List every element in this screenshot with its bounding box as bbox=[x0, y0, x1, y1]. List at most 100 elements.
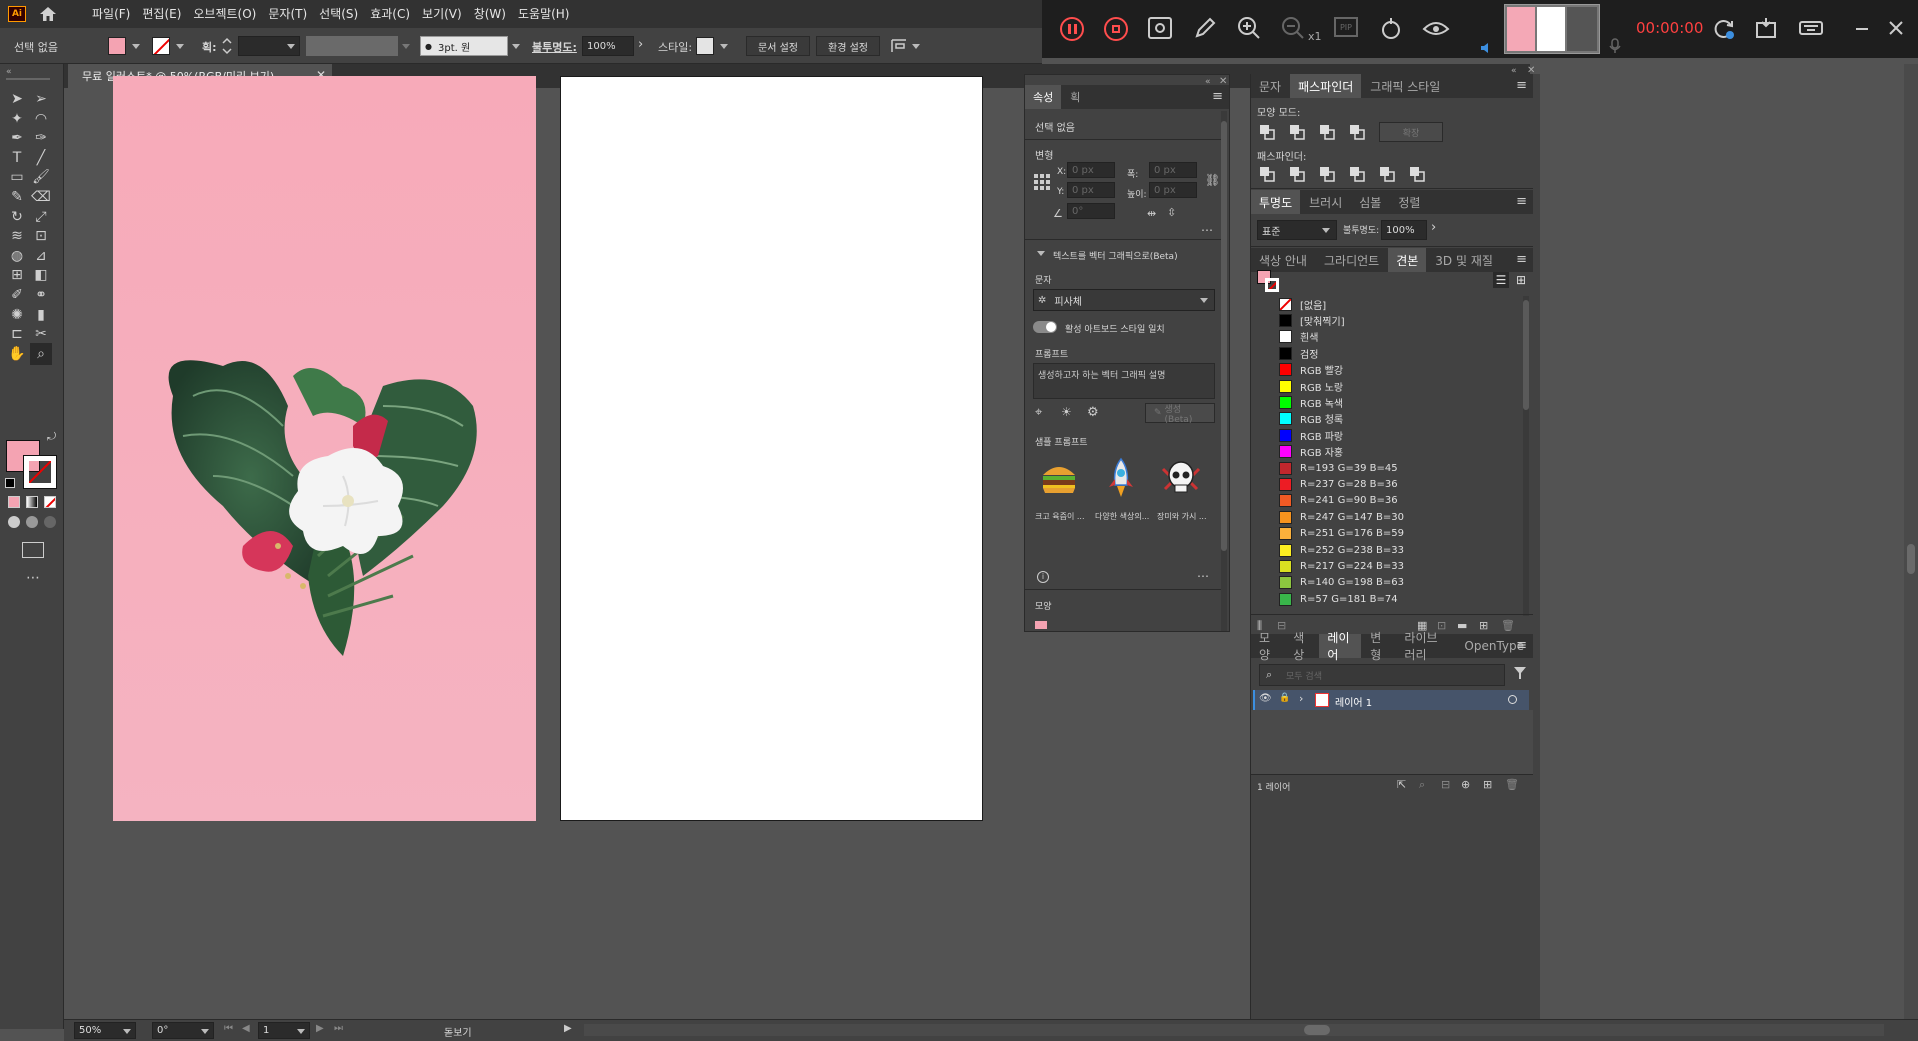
sample-skull-icon[interactable] bbox=[1159, 457, 1203, 499]
style-swatch[interactable] bbox=[696, 37, 714, 55]
swatch-row[interactable]: R=217 G=224 B=33 bbox=[1251, 558, 1523, 574]
swatch-row[interactable]: RGB 노랑 bbox=[1251, 378, 1523, 394]
sample-prompt-2[interactable]: 다양한 색상의... bbox=[1095, 511, 1149, 522]
swatches-menu-icon[interactable]: ≡ bbox=[1516, 252, 1527, 267]
crop-icon[interactable] bbox=[1349, 166, 1365, 182]
match-style-toggle[interactable] bbox=[1033, 321, 1057, 333]
canvas-vertical-scrollbar[interactable] bbox=[1904, 64, 1918, 1029]
style-dropdown-icon[interactable] bbox=[720, 44, 728, 49]
expand-button[interactable]: 확장 bbox=[1379, 122, 1443, 142]
pencil-icon[interactable] bbox=[1192, 15, 1218, 41]
minus-back-icon[interactable] bbox=[1409, 166, 1425, 182]
status-menu-arrow-icon[interactable]: ▶ bbox=[564, 1023, 572, 1034]
screen-mode-icon[interactable] bbox=[22, 542, 44, 558]
zoom-tool-icon[interactable]: ⌕ bbox=[30, 342, 52, 365]
fill-swatch[interactable] bbox=[108, 37, 126, 55]
h-field[interactable]: 0 px bbox=[1149, 182, 1197, 198]
section-collapse-icon[interactable] bbox=[1037, 251, 1045, 256]
swatch-row[interactable]: R=57 G=181 B=74 bbox=[1251, 591, 1523, 607]
swatch-kind-icon[interactable]: ⊟ bbox=[1277, 619, 1286, 632]
document-setup-button[interactable]: 문서 설정 bbox=[746, 36, 810, 56]
lightbulb-icon[interactable]: ☀ bbox=[1061, 405, 1072, 419]
swatch-row[interactable]: 검정 bbox=[1251, 345, 1523, 361]
outline-icon[interactable] bbox=[1379, 166, 1395, 182]
new-layer-icon[interactable]: ⊞ bbox=[1483, 778, 1492, 791]
intersect-icon[interactable] bbox=[1319, 124, 1335, 140]
layer-name[interactable]: 레이어 1 bbox=[1335, 694, 1372, 709]
merge-icon[interactable] bbox=[1319, 166, 1335, 182]
volume-icon[interactable] bbox=[1480, 42, 1494, 54]
transparency-opacity-field[interactable]: 100% bbox=[1381, 220, 1427, 240]
sample-rocket-icon[interactable] bbox=[1101, 457, 1141, 499]
swatch-row[interactable]: R=251 G=176 B=59 bbox=[1251, 526, 1523, 542]
swatch-scrollbar[interactable] bbox=[1523, 296, 1529, 616]
menu-item-7[interactable]: 창(W) bbox=[468, 0, 512, 28]
refresh-icon[interactable] bbox=[1712, 17, 1736, 41]
tab-libraries[interactable]: 라이브러리 bbox=[1396, 631, 1457, 662]
stroke-weight-field[interactable] bbox=[238, 36, 300, 56]
menu-item-4[interactable]: 선택(S) bbox=[313, 0, 364, 28]
unite-icon[interactable] bbox=[1259, 124, 1275, 140]
tab-color[interactable]: 색상 bbox=[1285, 631, 1320, 662]
list-view-icon[interactable]: ☰ bbox=[1493, 272, 1509, 288]
tab-character[interactable]: 문자 bbox=[1251, 74, 1291, 98]
constrain-proportions-icon[interactable]: ⛓ bbox=[1205, 173, 1220, 187]
rotate-dropdown[interactable]: 0° bbox=[152, 1022, 214, 1039]
swatch-row[interactable]: RGB 청록 bbox=[1251, 411, 1523, 427]
draw-inside-icon[interactable] bbox=[44, 516, 56, 528]
x-field[interactable]: 0 px bbox=[1067, 162, 1115, 178]
panel-collapse-icon[interactable]: « bbox=[6, 67, 12, 77]
visibility-eye-icon[interactable]: 👁 bbox=[1259, 693, 1272, 704]
stroke-color-swatch[interactable] bbox=[23, 455, 57, 489]
tab-graphic-styles[interactable]: 그래픽 스타일 bbox=[1362, 74, 1450, 98]
preferences-button[interactable]: 환경 설정 bbox=[816, 36, 880, 56]
screenshot-icon[interactable] bbox=[1148, 17, 1172, 39]
trim-icon[interactable] bbox=[1289, 166, 1305, 182]
zoom-out-icon[interactable] bbox=[1280, 15, 1306, 41]
new-color-group-icon[interactable]: ▬ bbox=[1457, 619, 1467, 632]
swatch-row[interactable]: [없음] bbox=[1251, 296, 1523, 312]
pause-icon[interactable] bbox=[1060, 17, 1084, 41]
reference-point-icon[interactable] bbox=[1033, 173, 1051, 191]
flip-vertical-icon[interactable]: ⇳ bbox=[1167, 206, 1176, 219]
gradient-mode-icon[interactable] bbox=[26, 496, 38, 508]
menu-item-6[interactable]: 보기(V) bbox=[416, 0, 468, 28]
style-picker-icon[interactable]: ⌖ bbox=[1035, 405, 1042, 420]
expand-chevron-icon[interactable]: › bbox=[1299, 692, 1303, 705]
swatch-row[interactable]: R=237 G=28 B=36 bbox=[1251, 476, 1523, 492]
info-icon[interactable]: i bbox=[1037, 571, 1049, 583]
fill-dropdown-icon[interactable] bbox=[132, 44, 140, 49]
new-swatch-icon[interactable]: ⊞ bbox=[1479, 619, 1488, 632]
eye-icon[interactable] bbox=[1422, 15, 1450, 41]
delete-layer-icon[interactable]: 🗑 bbox=[1505, 778, 1519, 791]
variable-width-dropdown[interactable] bbox=[306, 36, 398, 56]
new-sublayer-icon[interactable]: ⊕ bbox=[1461, 778, 1470, 791]
draw-normal-icon[interactable] bbox=[8, 516, 20, 528]
cursor-effect-icon[interactable] bbox=[1378, 15, 1404, 41]
prompt-textarea[interactable]: 생성하고자 하는 벡터 그래픽 설명 bbox=[1033, 363, 1215, 399]
grid-view-icon[interactable]: ⊞ bbox=[1513, 272, 1529, 288]
artboard-2[interactable] bbox=[560, 76, 983, 821]
tab-appearance[interactable]: 모양 bbox=[1251, 631, 1286, 662]
menu-item-8[interactable]: 도움말(H) bbox=[512, 0, 576, 28]
draw-behind-icon[interactable] bbox=[26, 516, 38, 528]
swatch-row[interactable]: R=252 G=238 B=33 bbox=[1251, 542, 1523, 558]
appearance-fill-swatch[interactable] bbox=[1035, 621, 1047, 629]
default-colors-icon[interactable] bbox=[5, 478, 15, 488]
none-mode-icon[interactable] bbox=[44, 496, 56, 508]
stroke-stepper[interactable] bbox=[222, 36, 232, 56]
swatch-row[interactable]: RGB 녹색 bbox=[1251, 394, 1523, 410]
minus-front-icon[interactable] bbox=[1289, 124, 1305, 140]
layer-lock-icon[interactable]: 🔒 bbox=[1279, 693, 1290, 703]
tab-transparency[interactable]: 투명도 bbox=[1251, 190, 1302, 214]
generate-button[interactable]: ✎ 생성(Beta) bbox=[1145, 403, 1215, 425]
blend-mode-dropdown[interactable]: 표준 bbox=[1257, 220, 1337, 240]
home-icon[interactable] bbox=[38, 5, 58, 23]
divide-icon[interactable] bbox=[1259, 166, 1275, 182]
panel-menu-icon[interactable]: ≡ bbox=[1212, 89, 1223, 104]
keyboard-icon[interactable] bbox=[1798, 17, 1824, 41]
swatch-row[interactable]: 흰색 bbox=[1251, 329, 1523, 345]
swatch-row[interactable]: R=241 G=90 B=36 bbox=[1251, 493, 1523, 509]
color-mode-icon[interactable] bbox=[8, 496, 20, 508]
swatch-row[interactable]: R=193 G=39 B=45 bbox=[1251, 460, 1523, 476]
